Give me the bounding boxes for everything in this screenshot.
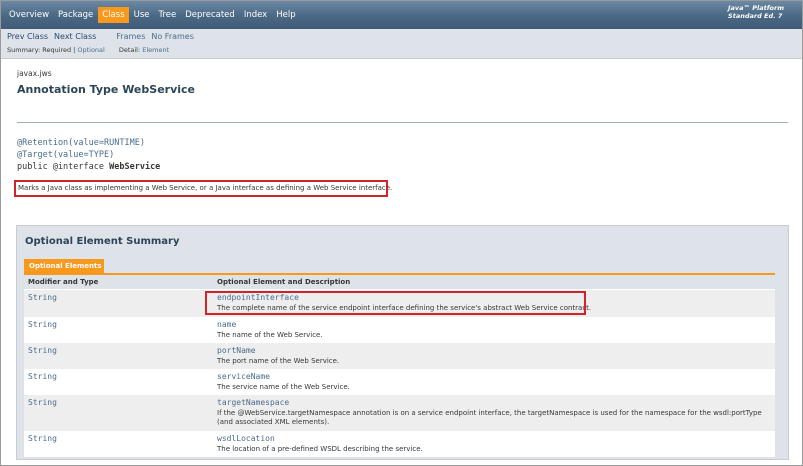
sub-navigation-bar: Prev Class Next Class Frames No Frames S… [1, 29, 802, 59]
target-link[interactable]: @Target(value=TYPE) [17, 150, 114, 160]
platform-brand: Java™ Platform Standard Ed. 7 [728, 4, 784, 20]
nav-use[interactable]: Use [130, 7, 154, 23]
package-name: javax.jws [17, 69, 52, 78]
optional-elements-tab[interactable]: Optional Elements [24, 259, 104, 274]
nav-class[interactable]: Class [98, 7, 129, 23]
row-type-link[interactable]: String [28, 434, 57, 443]
summary-heading: Optional Element Summary [25, 236, 180, 247]
retention-annotation: @Retention(value=RUNTIME) [17, 138, 145, 149]
page-title: Annotation Type WebService [17, 83, 195, 96]
sub-nav-links: Prev Class Next Class Frames No Frames [7, 32, 200, 41]
nav-deprecated[interactable]: Deprecated [181, 7, 239, 23]
row-element-description: If the @WebService.targetNamespace annot… [217, 408, 762, 426]
row-element-description: The service name of the Web Service. [217, 382, 350, 391]
frames-link[interactable]: Frames [116, 32, 145, 41]
header-divider [17, 122, 788, 123]
row-type-link[interactable]: String [28, 398, 57, 407]
brand-line-2: Standard Ed. 7 [728, 12, 783, 20]
summary-optional-link[interactable]: Optional [77, 46, 104, 54]
nav-help[interactable]: Help [272, 7, 299, 23]
target-annotation: @Target(value=TYPE) [17, 150, 114, 161]
summary-detail-links: Summary: Required | Optional Detail: Ele… [7, 46, 169, 54]
next-class-link[interactable]: Next Class [54, 32, 96, 41]
row-type-link[interactable]: String [28, 372, 57, 381]
table-row: String targetNamespace If the @WebServic… [24, 394, 775, 431]
brand-line-1: Java™ Platform [728, 4, 784, 12]
description-highlight-box [14, 180, 388, 197]
row-element-link[interactable]: targetNamespace [217, 398, 771, 408]
endpoint-interface-highlight-box [205, 291, 586, 315]
row-element-description: The name of the Web Service. [217, 330, 323, 339]
row-element-description: The location of a pre-defined WSDL descr… [217, 444, 423, 453]
prev-class-link[interactable]: Prev Class [7, 32, 48, 41]
table-row: String name The name of the Web Service. [24, 316, 775, 343]
row-type-link[interactable]: String [28, 293, 57, 302]
row-element-description: The port name of the Web Service. [217, 356, 340, 365]
top-navigation-bar: Overview Package Class Use Tree Deprecat… [1, 1, 802, 29]
nav-tree[interactable]: Tree [155, 7, 181, 23]
column-header-type: Modifier and Type [24, 275, 213, 290]
declaration-prefix: public @interface [17, 162, 110, 172]
row-element-link[interactable]: serviceName [217, 372, 771, 382]
interface-declaration: public @interface WebService [17, 162, 160, 173]
summary-required: Required [42, 46, 72, 54]
nav-overview[interactable]: Overview [5, 7, 53, 23]
row-element-link[interactable]: wsdlLocation [217, 434, 771, 444]
row-element-link[interactable]: portName [217, 346, 771, 356]
detail-element-link[interactable]: Element [142, 46, 169, 54]
top-nav-list: Overview Package Class Use Tree Deprecat… [5, 7, 301, 23]
row-type-link[interactable]: String [28, 320, 57, 329]
table-header-row: Modifier and Type Optional Element and D… [24, 275, 775, 290]
nav-index[interactable]: Index [240, 7, 271, 23]
column-header-description: Optional Element and Description [213, 275, 775, 290]
table-row: String portName The port name of the Web… [24, 342, 775, 369]
no-frames-link[interactable]: No Frames [151, 32, 194, 41]
detail-label: Detail: [118, 46, 141, 54]
row-type-link[interactable]: String [28, 346, 57, 355]
table-row: String serviceName The service name of t… [24, 368, 775, 395]
table-row: String wsdlLocation The location of a pr… [24, 430, 775, 457]
row-element-link[interactable]: name [217, 320, 771, 330]
retention-link[interactable]: @Retention(value=RUNTIME) [17, 138, 145, 148]
summary-separator: | [73, 46, 76, 54]
summary-label: Summary: [7, 46, 41, 54]
declaration-name: WebService [109, 162, 161, 172]
browser-page: Overview Package Class Use Tree Deprecat… [0, 0, 803, 466]
nav-package[interactable]: Package [54, 7, 97, 23]
